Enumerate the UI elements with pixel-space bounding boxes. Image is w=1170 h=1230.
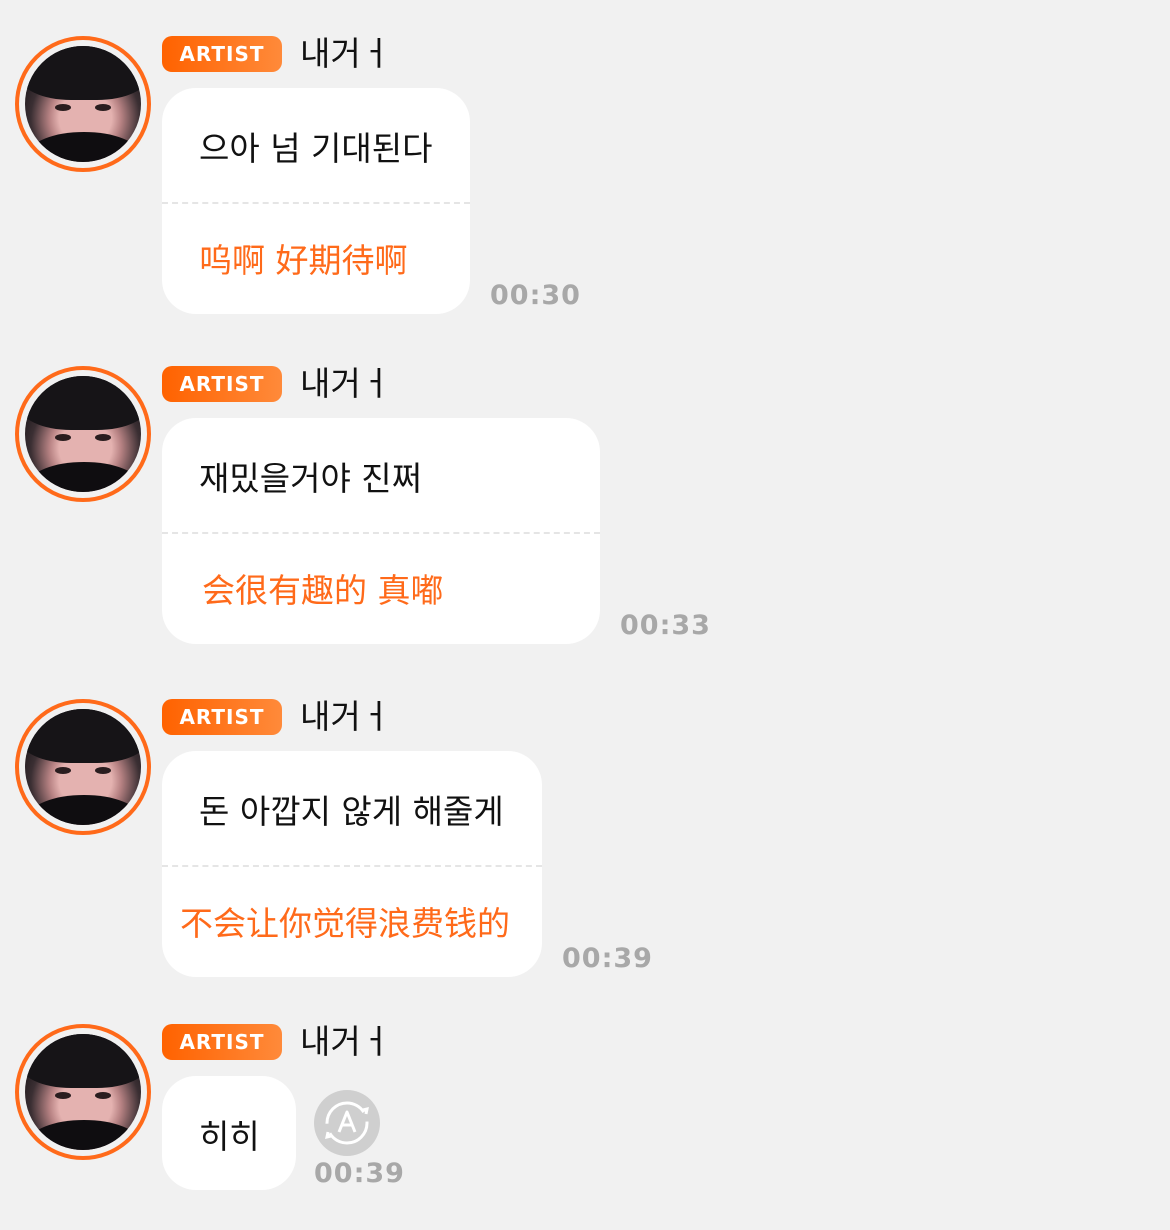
message-text-original: 으아 넘 기대된다: [199, 129, 433, 168]
message-timestamp: 00:39: [562, 943, 653, 974]
message-text-translation: 会很有趣的 真嘟: [202, 571, 444, 610]
message-bubble[interactable]: 돈 아깝지 않게 해줄게 不会让你觉得浪费钱的: [162, 751, 542, 977]
message-text-original: 히히: [199, 1117, 260, 1156]
message-text-translation: 呜啊 好期待啊: [199, 241, 408, 280]
sender-name: 내거ㅓ: [300, 364, 392, 403]
message-timestamp: 00:39: [314, 1158, 405, 1189]
translation-divider: [162, 532, 600, 534]
artist-avatar[interactable]: [15, 1024, 151, 1160]
artist-badge: ARTIST: [162, 699, 282, 735]
translation-divider: [162, 865, 542, 867]
message-bubble[interactable]: 으아 넘 기대된다 呜啊 好期待啊: [162, 88, 470, 314]
artist-badge: ARTIST: [162, 1024, 282, 1060]
artist-badge: ARTIST: [162, 36, 282, 72]
message-timestamp: 00:30: [490, 280, 581, 311]
sender-name: 내거ㅓ: [300, 697, 392, 736]
message-text-original: 돈 아깝지 않게 해줄게: [199, 792, 504, 831]
auto-translate-icon[interactable]: [314, 1090, 380, 1156]
message-text-translation: 不会让你觉得浪费钱的: [180, 904, 510, 943]
artist-avatar[interactable]: [15, 366, 151, 502]
artist-avatar[interactable]: [15, 699, 151, 835]
message-bubble[interactable]: 재밌을거야 진쩌 会很有趣的 真嘟: [162, 418, 600, 644]
translation-divider: [162, 202, 470, 204]
message-text-original: 재밌을거야 진쩌: [199, 459, 423, 498]
artist-badge: ARTIST: [162, 366, 282, 402]
sender-name: 내거ㅓ: [300, 34, 392, 73]
message-timestamp: 00:33: [620, 610, 711, 641]
artist-avatar[interactable]: [15, 36, 151, 172]
sender-name: 내거ㅓ: [300, 1022, 392, 1061]
message-bubble[interactable]: 히히: [162, 1076, 296, 1190]
